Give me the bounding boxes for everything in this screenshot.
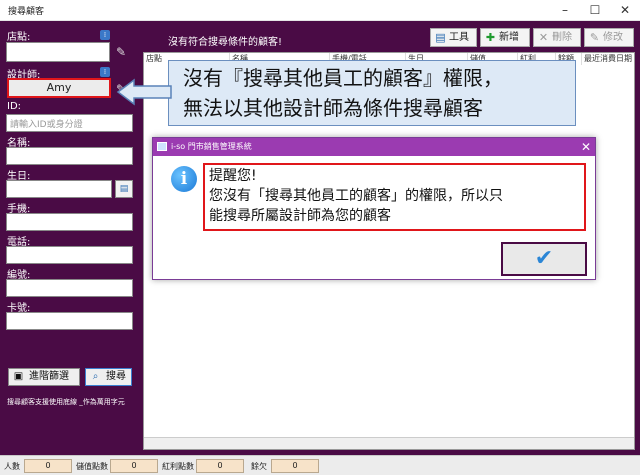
add-button[interactable]: ✚ 新增: [480, 28, 530, 47]
filter-icon: ▣: [13, 371, 24, 382]
search-button-label: 搜尋: [106, 371, 126, 382]
status-bar: 人數 0 儲值點數 0 紅利點數 0 餘欠 0: [0, 455, 640, 475]
add-label: 新增: [499, 32, 519, 43]
maximize-button[interactable]: ☐: [580, 0, 610, 21]
column-header[interactable]: 最近消費日期: [582, 53, 634, 65]
delete-button[interactable]: ✕ 刪除: [533, 28, 581, 47]
app-icon: [157, 142, 167, 151]
count-value: 0: [24, 459, 72, 473]
dialog-line-2: 能搜尋所屬設計師為您的顧客: [209, 208, 391, 224]
checkmark-icon: ✔: [534, 246, 554, 271]
edit-label: 修改: [603, 32, 623, 43]
pencil-icon: ✎: [589, 31, 600, 44]
bonus-value: 0: [196, 459, 244, 473]
store-field[interactable]: [6, 42, 110, 62]
store-picker-icon[interactable]: ⁞: [100, 30, 110, 40]
card-input[interactable]: [6, 312, 133, 330]
callout-line-2: 無法以其他設計師為條件搜尋顧客: [183, 96, 483, 120]
window-titlebar: 搜尋顧客 – ☐ ✕: [0, 0, 640, 21]
tools-icon: ▤: [435, 31, 446, 44]
advanced-filter-label: 進階篩選: [29, 371, 69, 382]
edit-button[interactable]: ✎ 修改: [584, 28, 634, 47]
id-input[interactable]: 請輸入ID或身分證: [6, 114, 133, 132]
phone-input[interactable]: [6, 246, 133, 264]
info-icon: i: [171, 166, 197, 192]
permission-dialog: i-so 門市銷售管理系統 ✕ i 提醒您! 您沒有「搜尋其他員工的顧客」的權限…: [152, 137, 596, 280]
close-button[interactable]: ✕: [610, 0, 640, 21]
callout-line-1: 沒有『搜尋其他員工的顧客』權限，: [183, 66, 503, 90]
window-title: 搜尋顧客: [8, 7, 45, 17]
search-icon: ⌕: [92, 371, 99, 382]
dialog-line-1: 您沒有「搜尋其他員工的顧客」的權限，所以只: [209, 188, 503, 204]
store-label: 店點:: [7, 32, 31, 43]
id-label: ID:: [7, 101, 22, 112]
number-input[interactable]: [6, 279, 133, 297]
stored-value: 0: [110, 459, 158, 473]
plus-icon: ✚: [485, 31, 496, 44]
advanced-filter-button[interactable]: ▣ 進階篩選: [8, 368, 80, 386]
wildcard-note: 搜尋顧客支援使用底線 _作為萬用字元: [7, 398, 125, 406]
designer-picker-icon[interactable]: ⁞: [100, 67, 110, 77]
dialog-message: 提醒您! 您沒有「搜尋其他員工的顧客」的權限，所以只 能搜尋所屬設計師為您的顧客: [203, 163, 586, 231]
ok-button[interactable]: ✔: [501, 242, 587, 276]
tools-label: 工具: [449, 32, 469, 43]
calendar-icon[interactable]: ▤: [115, 180, 133, 198]
designer-select[interactable]: Amy: [7, 78, 111, 98]
stored-label: 儲值點數: [76, 462, 108, 471]
birthday-input[interactable]: [6, 180, 112, 198]
no-result-message: 沒有符合搜尋條件的顧客!: [168, 37, 283, 48]
delete-icon: ✕: [538, 31, 549, 44]
annotation-callout: 沒有『搜尋其他員工的顧客』權限， 無法以其他設計師為條件搜尋顧客: [168, 60, 576, 126]
bonus-label: 紅利點數: [162, 462, 194, 471]
dialog-titlebar: i-so 門市銷售管理系統 ✕: [153, 138, 595, 156]
callout-arrow-icon: [116, 78, 172, 106]
tools-button[interactable]: ▤ 工具: [430, 28, 477, 47]
minimize-button[interactable]: –: [550, 0, 580, 21]
mobile-input[interactable]: [6, 213, 133, 231]
count-label: 人數: [4, 462, 20, 471]
search-button[interactable]: ⌕ 搜尋: [85, 368, 132, 386]
name-input[interactable]: [6, 147, 133, 165]
delete-label: 刪除: [552, 32, 572, 43]
dialog-heading: 提醒您!: [209, 168, 257, 184]
dialog-close-button[interactable]: ✕: [581, 138, 591, 156]
balance-value: 0: [271, 459, 319, 473]
balance-label: 餘欠: [251, 462, 267, 471]
dialog-title: i-so 門市銷售管理系統: [171, 142, 252, 151]
clear-brush-icon[interactable]: ✎: [116, 44, 128, 60]
horizontal-scrollbar[interactable]: [144, 437, 634, 449]
